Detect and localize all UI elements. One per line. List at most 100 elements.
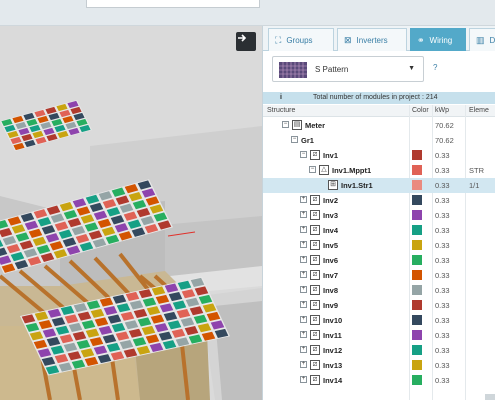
top-input-field[interactable] — [86, 0, 260, 8]
expand-icon[interactable]: + — [300, 376, 307, 383]
color-swatch[interactable] — [412, 375, 422, 385]
row-name: Gr1 — [301, 136, 314, 145]
expand-icon[interactable]: + — [300, 361, 307, 368]
row-name: Inv8 — [323, 286, 339, 295]
table-row[interactable]: + ⧄ Inv12 0.33 — [263, 343, 495, 358]
table-row[interactable]: + ⧄ Inv5 0.33 — [263, 238, 495, 253]
color-swatch[interactable] — [412, 150, 422, 160]
color-swatch[interactable] — [412, 165, 422, 175]
module-count-info: i Total number of modules in project : 2… — [263, 92, 495, 104]
header-element[interactable]: Eleme — [469, 107, 489, 114]
color-swatch[interactable] — [412, 195, 422, 205]
table-row[interactable]: − ⧄ Inv1 0.33 — [263, 148, 495, 163]
expand-icon[interactable]: + — [300, 241, 307, 248]
horizontal-scrollbar[interactable] — [485, 394, 495, 400]
color-swatch[interactable] — [412, 345, 422, 355]
collapse-icon[interactable]: − — [309, 166, 316, 173]
inverter-icon: ⧄ — [310, 375, 320, 385]
info-icon: i — [280, 94, 282, 101]
inverter-icon: ⧄ — [310, 255, 320, 265]
table-row[interactable]: + ⧄ Inv3 0.33 — [263, 208, 495, 223]
table-row[interactable]: + ⧄ Inv10 0.33 — [263, 313, 495, 328]
color-swatch[interactable] — [412, 285, 422, 295]
inverter-icon: ⧄ — [310, 270, 320, 280]
row-kwp: 70.62 — [435, 121, 454, 130]
table-row[interactable]: + ⧄ Inv4 0.33 — [263, 223, 495, 238]
pattern-dropdown[interactable]: S Pattern ▼ — [272, 56, 424, 82]
table-row[interactable]: + ⧄ Inv14 0.33 — [263, 373, 495, 388]
row-name: Inv5 — [323, 241, 339, 250]
row-kwp: 0.33 — [435, 316, 450, 325]
tab-data[interactable]: ▥ D — [469, 28, 495, 51]
meter-icon: ▤ — [292, 120, 302, 130]
inverter-icon: ⧄ — [310, 315, 320, 325]
row-kwp: 70.62 — [435, 136, 454, 145]
header-kwp[interactable]: kWp — [435, 107, 449, 114]
expand-icon[interactable]: + — [300, 196, 307, 203]
color-swatch[interactable] — [412, 210, 422, 220]
row-kwp: 0.33 — [435, 151, 450, 160]
header-structure[interactable]: Structure — [267, 107, 295, 114]
table-row[interactable]: + ⧄ Inv2 0.33 — [263, 193, 495, 208]
table-row[interactable]: + ⧄ Inv13 0.33 — [263, 358, 495, 373]
color-swatch[interactable] — [412, 255, 422, 265]
row-kwp: 0.33 — [435, 301, 450, 310]
table-row[interactable]: − △ Inv1.Mppt1 0.33 STR — [263, 163, 495, 178]
color-swatch[interactable] — [412, 225, 422, 235]
expand-icon[interactable]: + — [300, 211, 307, 218]
module-count-text: Total number of modules in project : 214 — [313, 94, 438, 101]
row-kwp: 0.33 — [435, 376, 450, 385]
color-swatch[interactable] — [412, 315, 422, 325]
expand-icon[interactable]: + — [300, 301, 307, 308]
expand-icon[interactable]: + — [300, 286, 307, 293]
row-name: Inv11 — [323, 331, 342, 340]
row-kwp: 0.33 — [435, 271, 450, 280]
color-swatch[interactable] — [412, 180, 422, 190]
table-row[interactable]: − ▤ Meter 70.62 — [263, 118, 495, 133]
s-pattern-thumbnail — [279, 62, 307, 78]
panel-tabs: ⛶ Groups ⊠ Inverters ⚭ Wiring ▥ D — [263, 26, 495, 51]
color-swatch[interactable] — [412, 330, 422, 340]
collapse-icon[interactable]: − — [282, 121, 289, 128]
3d-scene[interactable] — [0, 26, 262, 400]
table-row[interactable]: + ⧄ Inv9 0.33 — [263, 298, 495, 313]
row-element: 1/1 — [469, 181, 480, 190]
tab-wiring[interactable]: ⚭ Wiring — [410, 28, 466, 51]
table-row[interactable]: − Gr1 70.62 — [263, 133, 495, 148]
table-row[interactable]: ⊞ Inv1.Str1 0.33 1/1 — [263, 178, 495, 193]
inverter-icon: ⧄ — [310, 210, 320, 220]
expand-icon[interactable]: + — [300, 316, 307, 323]
tab-groups[interactable]: ⛶ Groups — [268, 28, 334, 51]
expand-icon[interactable]: + — [300, 346, 307, 353]
table-row[interactable]: + ⧄ Inv7 0.33 — [263, 268, 495, 283]
row-kwp: 0.33 — [435, 166, 450, 175]
row-name: Inv1.Mppt1 — [332, 166, 372, 175]
row-kwp: 0.33 — [435, 196, 450, 205]
wiring-panel: ⛶Groups ⊠Inverters ⚭Wiring ▥D S Patt — [262, 26, 495, 400]
color-swatch[interactable] — [412, 360, 422, 370]
color-swatch[interactable] — [412, 270, 422, 280]
collapse-icon[interactable]: − — [291, 136, 298, 143]
inverter-icon: ⧄ — [310, 195, 320, 205]
collapse-icon[interactable]: − — [300, 151, 307, 158]
table-row[interactable]: + ⧄ Inv8 0.33 — [263, 283, 495, 298]
expand-icon[interactable]: + — [300, 271, 307, 278]
row-kwp: 0.33 — [435, 226, 450, 235]
3d-viewport[interactable] — [0, 26, 262, 400]
header-color[interactable]: Color — [412, 107, 429, 114]
expand-icon[interactable]: + — [300, 331, 307, 338]
expand-icon[interactable]: + — [300, 256, 307, 263]
row-name: Meter — [305, 121, 326, 130]
row-kwp: 0.33 — [435, 286, 450, 295]
chevron-down-icon: ▼ — [408, 65, 415, 72]
fullscreen-button[interactable] — [236, 32, 256, 51]
color-swatch[interactable] — [412, 240, 422, 250]
inverter-icon: ⧄ — [310, 360, 320, 370]
inverter-icon: ⊠ — [344, 34, 352, 45]
help-icon[interactable]: ? — [433, 63, 437, 72]
expand-icon[interactable]: + — [300, 226, 307, 233]
tab-inverters[interactable]: ⊠ Inverters — [337, 28, 407, 51]
color-swatch[interactable] — [412, 300, 422, 310]
table-row[interactable]: + ⧄ Inv11 0.33 — [263, 328, 495, 343]
table-row[interactable]: + ⧄ Inv6 0.33 — [263, 253, 495, 268]
